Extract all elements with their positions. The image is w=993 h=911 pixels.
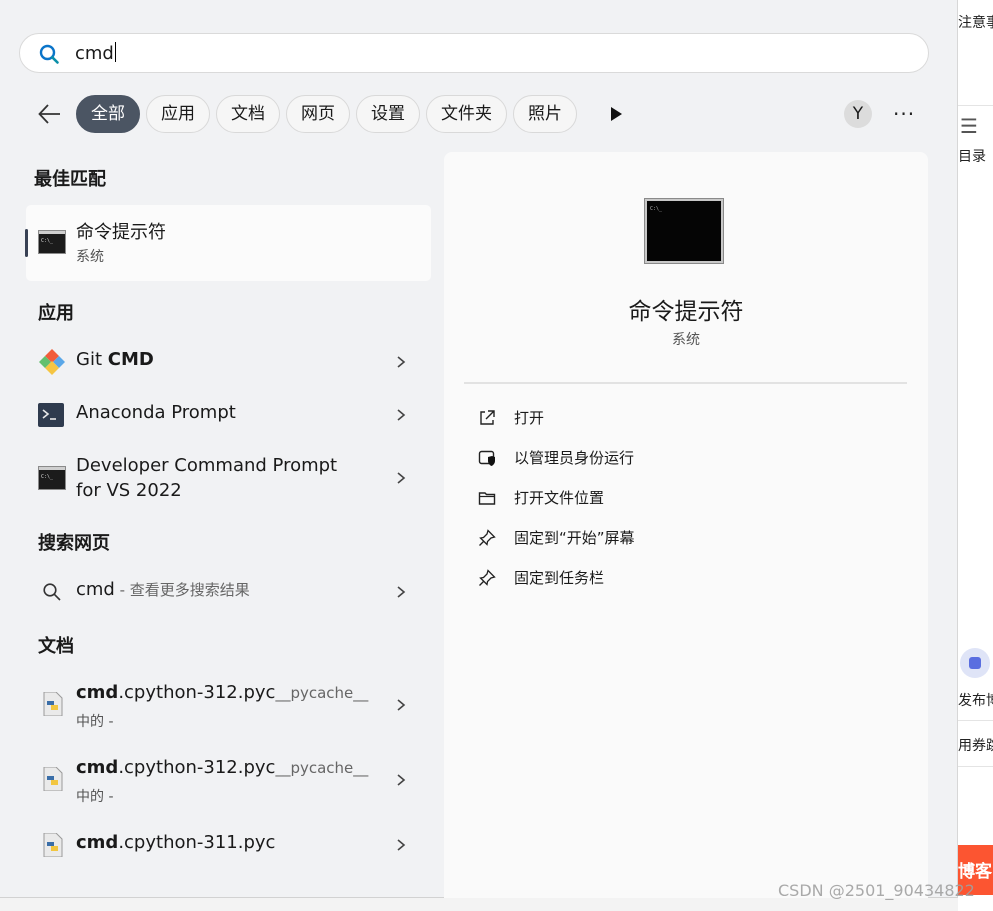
publish-icon[interactable]: [960, 648, 990, 678]
filter-tab-documents[interactable]: 文档: [216, 95, 280, 133]
pin-icon: [479, 529, 496, 546]
command-prompt-icon: C:\_: [38, 230, 66, 254]
search-icon: [43, 583, 61, 601]
best-match-subtitle: 系统: [76, 249, 104, 265]
chevron-right-icon[interactable]: [394, 355, 408, 369]
detail-divider: [464, 382, 907, 384]
detail-pane: C:\_ 命令提示符 系统 打开 以管理员身份运行 打开文件位置 固定到“开始”…: [444, 152, 928, 898]
more-filters-play-icon[interactable]: [606, 104, 626, 124]
selection-indicator: [25, 229, 28, 257]
action-label: 打开: [514, 409, 545, 427]
document-folder: __pycache__: [275, 759, 369, 777]
app-item-git-cmd[interactable]: Git CMD: [26, 340, 418, 384]
best-match-title: 命令提示符: [76, 222, 166, 243]
filter-tab-all[interactable]: 全部: [76, 95, 140, 133]
section-title-web: 搜索网页: [38, 533, 110, 554]
toc-icon[interactable]: ☰: [960, 114, 978, 138]
web-search-text: cmd - 查看更多搜索结果: [76, 579, 250, 600]
more-options-icon[interactable]: ···: [893, 102, 915, 126]
document-name: cmd.cpython-312.pyc__pycache__: [76, 682, 368, 703]
document-name-rest: .cpython-311.pyc: [118, 832, 276, 853]
chevron-right-icon[interactable]: [394, 773, 408, 787]
action-label: 打开文件位置: [514, 489, 605, 507]
filter-tab-web[interactable]: 网页: [286, 95, 350, 133]
chevron-right-icon[interactable]: [394, 408, 408, 422]
action-label: 以管理员身份运行: [514, 449, 635, 467]
document-folder: __pycache__: [275, 684, 369, 702]
filter-tab-folders[interactable]: 文件夹: [426, 95, 507, 133]
app-name-line1: Developer Command Prompt: [76, 455, 338, 476]
filter-tab-apps[interactable]: 应用: [146, 95, 210, 133]
coupon-label[interactable]: 用券跳: [958, 735, 993, 755]
app-name-highlight: CMD: [107, 349, 154, 370]
web-search-suffix: - 查看更多搜索结果: [114, 581, 250, 599]
section-title-apps: 应用: [38, 303, 74, 324]
app-name: Git CMD: [76, 349, 154, 370]
python-file-icon: [43, 833, 63, 857]
document-location: 中的 -: [76, 714, 114, 730]
chevron-right-icon[interactable]: [394, 585, 408, 599]
python-file-icon: [43, 692, 63, 716]
web-search-item[interactable]: cmd - 查看更多搜索结果: [26, 570, 418, 614]
document-item[interactable]: cmd.cpython-311.pyc: [26, 825, 418, 865]
background-divider: [958, 720, 993, 721]
filter-tab-photos[interactable]: 照片: [513, 95, 577, 133]
document-name-rest: .cpython-312.pyc: [118, 757, 276, 778]
document-name: cmd.cpython-311.pyc: [76, 832, 275, 853]
filter-tab-settings[interactable]: 设置: [356, 95, 420, 133]
app-item-developer-command-prompt[interactable]: C:\_ Developer Command Prompt for VS 202…: [26, 450, 418, 510]
document-item[interactable]: cmd.cpython-312.pyc__pycache__ 中的 -: [26, 675, 418, 735]
detail-title: 命令提示符: [628, 299, 744, 325]
pin-icon: [479, 569, 496, 586]
search-input[interactable]: cmd: [75, 42, 116, 64]
search-input-value: cmd: [75, 43, 114, 64]
back-arrow-icon[interactable]: [36, 100, 64, 128]
publish-label[interactable]: 发布博: [958, 690, 993, 710]
chevron-right-icon[interactable]: [394, 698, 408, 712]
document-name-highlight: cmd: [76, 757, 119, 778]
section-title-best-match: 最佳匹配: [34, 169, 106, 190]
action-label: 固定到任务栏: [514, 569, 605, 587]
terminal-icon: [38, 403, 64, 427]
background-heading-text: 注意事: [958, 15, 993, 31]
python-file-icon: [43, 767, 63, 791]
section-title-documents: 文档: [38, 636, 74, 657]
search-box[interactable]: cmd: [19, 33, 929, 73]
app-name-plain: Git: [76, 349, 108, 370]
app-item-anaconda-prompt[interactable]: Anaconda Prompt: [26, 393, 418, 437]
background-divider: [958, 766, 993, 767]
git-icon: [39, 349, 65, 375]
console-icon: C:\_: [38, 466, 66, 490]
detail-subtitle: 系统: [672, 332, 700, 348]
document-name-highlight: cmd: [76, 682, 119, 703]
action-label: 固定到“开始”屏幕: [514, 529, 635, 547]
text-caret: [114, 42, 116, 62]
search-icon: [39, 44, 59, 64]
best-match-item[interactable]: C:\_ 命令提示符 系统: [25, 205, 431, 281]
filter-tabs: 全部 应用 文档 网页 设置 文件夹 照片: [76, 95, 577, 133]
open-external-icon: [480, 410, 495, 425]
background-divider: [958, 105, 993, 106]
svg-text:C:\_: C:\_: [650, 206, 663, 212]
user-avatar[interactable]: Y: [844, 100, 872, 128]
document-location: 中的 -: [76, 789, 114, 805]
app-name: Anaconda Prompt: [76, 402, 236, 423]
web-search-query: cmd: [76, 579, 115, 600]
folder-icon: [478, 492, 496, 505]
shield-icon: [478, 450, 495, 466]
document-name-highlight: cmd: [76, 832, 119, 853]
toc-label[interactable]: 目录: [958, 146, 986, 166]
document-name: cmd.cpython-312.pyc__pycache__: [76, 757, 368, 778]
app-name-line2: for VS 2022: [76, 480, 182, 501]
svg-text:C:\_: C:\_: [41, 238, 54, 244]
svg-text:C:\_: C:\_: [41, 474, 54, 480]
document-name-rest: .cpython-312.pyc: [118, 682, 276, 703]
watermark: CSDN @2501_90434822: [778, 881, 975, 900]
background-page: 注意事 ☰ 目录 发布博 用券跳 博客: [958, 0, 993, 911]
chevron-right-icon[interactable]: [394, 838, 408, 852]
start-search-panel: cmd 全部 应用 文档 网页 设置 文件夹 照片 Y ··· 最佳匹配 C:\…: [0, 0, 958, 898]
command-prompt-large-icon: C:\_: [644, 198, 724, 264]
document-item[interactable]: cmd.cpython-312.pyc__pycache__ 中的 -: [26, 750, 418, 810]
chevron-right-icon[interactable]: [394, 471, 408, 485]
